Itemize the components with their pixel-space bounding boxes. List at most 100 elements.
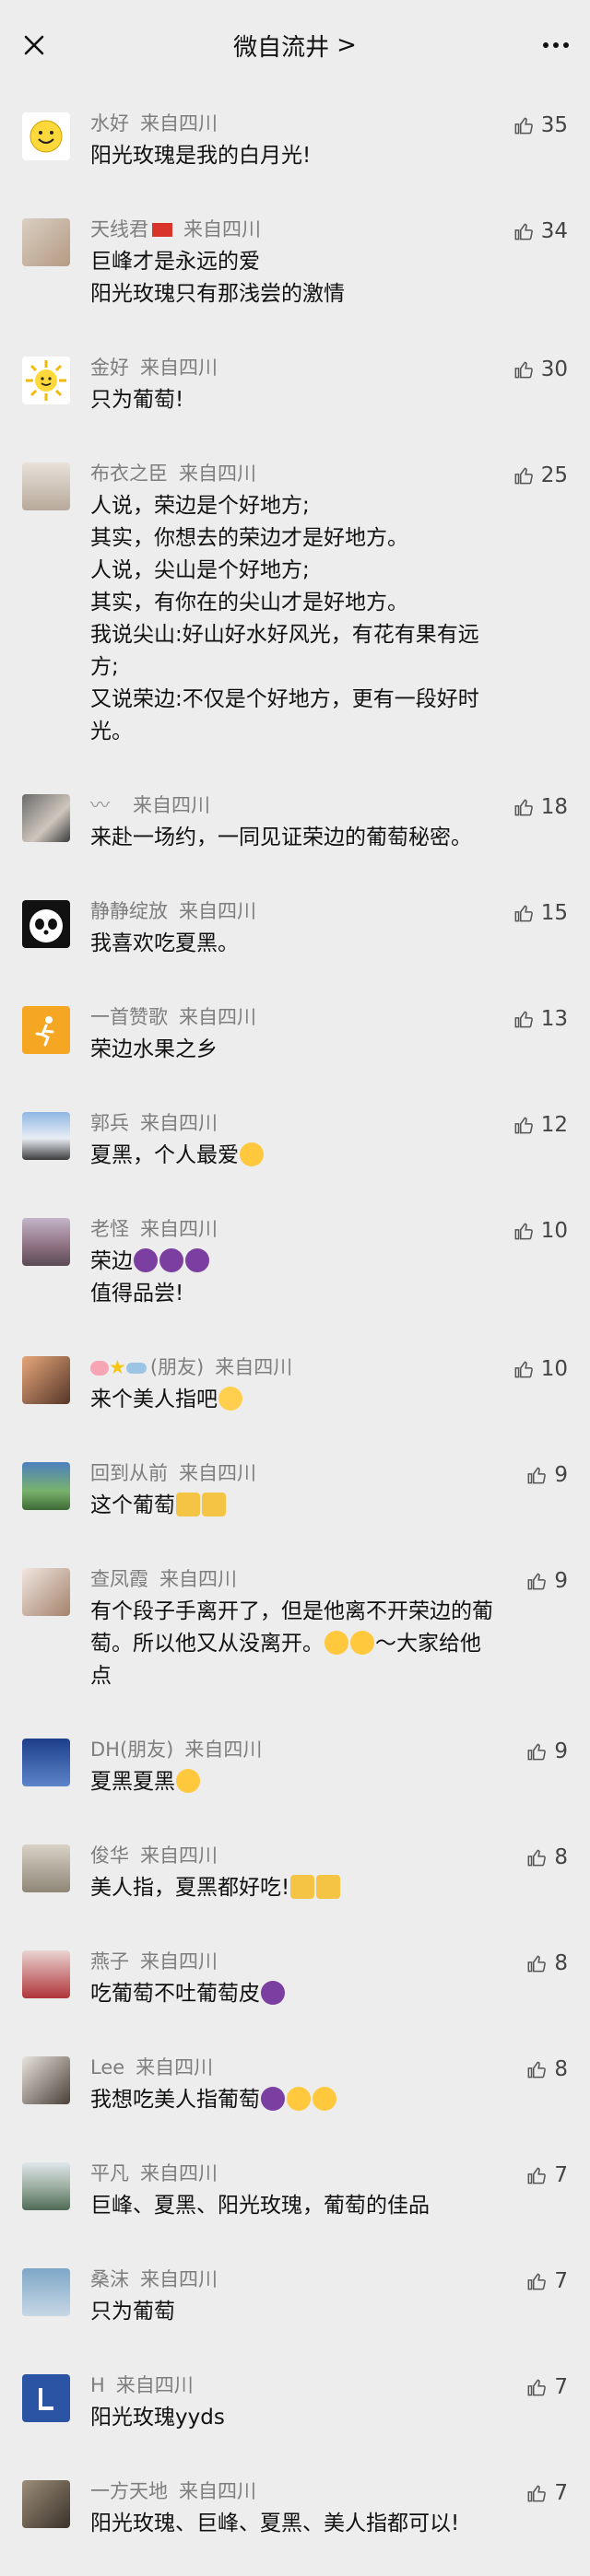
like-count: 7 [554, 2375, 568, 2399]
comment-location: 来自四川 [183, 218, 261, 240]
grape-emoji-icon [134, 1248, 158, 1272]
avatar-photo [22, 2056, 70, 2104]
comment-text: 这个葡萄 [90, 1493, 175, 1517]
comment-text: 人说，尖山是个好地方; [90, 558, 310, 582]
comment-text: 阳光玫瑰只有那浅尝的激情 [90, 282, 345, 306]
like-button[interactable]: 9 [525, 1460, 568, 1490]
comment-location: 来自四川 [179, 900, 256, 922]
like-button[interactable]: 7 [525, 2160, 568, 2190]
comment-text: 荣边 [90, 1249, 133, 1273]
smile-emoji-icon [176, 1769, 200, 1793]
thumbs-up-icon [527, 2167, 547, 2184]
thumbs-up-icon [514, 1117, 533, 1134]
thinking-emoji-icon [350, 1631, 374, 1655]
like-button[interactable]: 15 [512, 898, 568, 928]
thumbs-up-icon [527, 1849, 547, 1867]
like-button[interactable]: 7 [525, 2478, 568, 2508]
like-count: 13 [540, 1007, 568, 1031]
comment-location: 来自四川 [179, 1006, 256, 1028]
comment-author: 郭兵 [90, 1112, 129, 1134]
like-count: 7 [554, 2481, 568, 2505]
avatar-photo [22, 1218, 70, 1266]
like-button[interactable]: 18 [512, 792, 568, 822]
like-count: 8 [554, 1951, 568, 1975]
comment-item: 静静绽放 来自四川 我喜欢吃夏黑。 15 [0, 878, 590, 984]
like-button[interactable]: 8 [525, 1843, 568, 1872]
comment-location: 来自四川 [179, 463, 256, 485]
comment-text: 我说尖山:好山好水好风光，有花有果有远 [90, 623, 479, 647]
comment-text: 点 [90, 1664, 112, 1688]
comment-location: 来自四川 [140, 1218, 218, 1240]
like-button[interactable]: 9 [525, 1737, 568, 1766]
comment-location: 来自四川 [140, 112, 218, 135]
comment-author: 平凡 [90, 2162, 129, 2184]
comment-item: 天线君 来自四川 巨峰才是永远的爱 阳光玫瑰只有那浅尝的激情 34 [0, 196, 590, 334]
like-button[interactable]: 10 [512, 1216, 568, 1246]
comment-author: 金好 [90, 357, 129, 379]
more-options-icon[interactable] [535, 24, 577, 66]
thumbs-up-icon [514, 223, 533, 240]
comment-location: 来自四川 [184, 1739, 263, 1761]
page-title[interactable]: 微自流井 > [0, 24, 590, 66]
comment-author: 布衣之臣 [90, 463, 168, 485]
comment-item: 水好 来自四川 阳光玫瑰是我的白月光! 35 [0, 90, 590, 196]
avatar-logo [22, 2374, 70, 2422]
comment-text: 人说，荣边是个好地方; [90, 494, 310, 518]
comment-author: H [90, 2374, 105, 2396]
like-button[interactable]: 25 [512, 461, 568, 490]
cloud-icon [125, 1363, 147, 1374]
comment-text: 阳光玫瑰是我的白月光! [90, 144, 312, 168]
avatar-photo [22, 794, 70, 842]
comment-location: 来自四川 [179, 1462, 256, 1484]
thumbs-up-icon [514, 117, 533, 135]
comment-author: Lee [90, 2056, 125, 2078]
like-button[interactable]: 7 [525, 2372, 568, 2402]
thumbs-up-icon [527, 2485, 547, 2502]
like-button[interactable]: 7 [525, 2266, 568, 2296]
like-button[interactable]: 8 [525, 1949, 568, 1978]
avatar-photo [22, 1356, 70, 1404]
avatar-photo [22, 1844, 70, 1892]
thumbs-up-icon [527, 1743, 547, 1761]
comment-author: DH(朋友) [90, 1739, 174, 1761]
thumbs-up-icon [527, 1467, 547, 1484]
like-count: 8 [554, 1845, 568, 1869]
comment-location: 来自四川 [159, 1568, 237, 1590]
like-button[interactable]: 30 [512, 355, 568, 384]
avatar-runner [22, 1006, 70, 1054]
comment-author: (朋友) [149, 1356, 205, 1378]
grape-emoji-icon [159, 1248, 183, 1272]
comment-location: 来自四川 [140, 357, 218, 379]
comment-item: 查凤霞 来自四川 有个段子手离开了，但是他离不开荣边的葡 萄。所以他又从没离开。 ～… [0, 1546, 590, 1716]
comment-author: 回到从前 [90, 1462, 168, 1484]
like-count: 30 [540, 357, 568, 381]
like-button[interactable]: 34 [512, 217, 568, 246]
comment-item: 布衣之臣 来自四川 人说，荣边是个好地方; 其实，你想去的荣边才是好地方。 人说，… [0, 440, 590, 772]
top-bar: 微自流井 > [0, 0, 590, 90]
flag-icon [152, 223, 172, 237]
thumbs-up-icon [514, 467, 533, 485]
like-button[interactable]: 9 [525, 1566, 568, 1596]
like-button[interactable]: 35 [512, 111, 568, 140]
avatar-photo [22, 463, 70, 510]
comment-item: DH(朋友) 来自四川 夏黑夏黑 9 [0, 1716, 590, 1822]
like-count: 7 [554, 2269, 568, 2293]
like-count: 15 [540, 901, 568, 925]
comment-text: 其实，你想去的荣边才是好地方。 [90, 526, 408, 550]
thumbs-up-icon [514, 1011, 533, 1028]
like-button[interactable]: 8 [525, 2055, 568, 2084]
like-count: 8 [554, 2057, 568, 2081]
like-button[interactable]: 10 [512, 1354, 568, 1384]
pig-icon [90, 1361, 109, 1376]
comment-location: 来自四川 [140, 1112, 218, 1134]
star-icon: ★ [109, 1356, 126, 1378]
like-button[interactable]: 13 [512, 1004, 568, 1034]
avatar-photo [22, 1462, 70, 1510]
avatar-photo [22, 2268, 70, 2316]
comment-text: 夏黑夏黑 [90, 1770, 175, 1794]
grape-emoji-icon [261, 1981, 285, 2005]
thumbs-up-icon [527, 2379, 547, 2396]
like-count: 9 [554, 1739, 568, 1763]
comment-item: 〰 来自四川 来赴一场约，一同见证荣边的葡萄秘密。 18 [0, 772, 590, 878]
like-button[interactable]: 12 [512, 1110, 568, 1140]
